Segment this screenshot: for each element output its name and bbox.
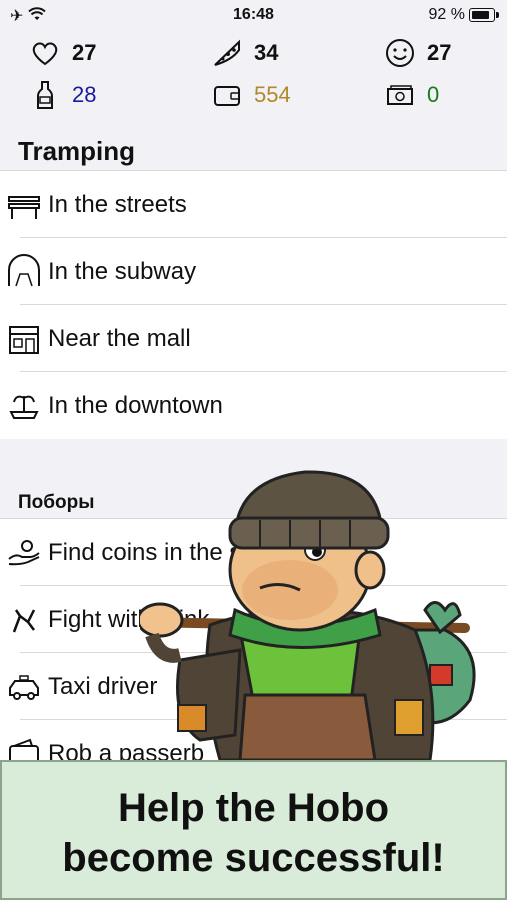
money-icon — [387, 85, 413, 105]
tramping-list: In the streets In the subway Near the ma… — [0, 170, 507, 439]
stat-alcohol-value: 28 — [72, 82, 97, 107]
tramping-item-label: In the streets — [48, 190, 187, 218]
tramping-item-label: In the downtown — [48, 391, 223, 419]
stat-cash-value: 0 — [427, 82, 440, 107]
tramping-item-label: In the subway — [48, 257, 197, 285]
stat-food: 34 — [212, 38, 278, 68]
battery-icon — [469, 8, 499, 22]
tramping-item-mall[interactable]: Near the mall — [0, 305, 507, 372]
heart-icon — [32, 42, 58, 66]
pobory-title: Поборы — [18, 492, 95, 513]
battery-percent: 92 % — [428, 6, 465, 23]
smile-icon — [386, 39, 414, 67]
stat-food-value: 34 — [254, 40, 279, 65]
fight-icon — [12, 608, 36, 632]
hobo-illustration — [140, 470, 476, 760]
bench-icon — [8, 195, 40, 219]
status-bar: ✈ 16:48 92 % — [0, 0, 507, 30]
stat-wallet: 554 — [212, 80, 291, 110]
tramping-item-label: Near the mall — [48, 324, 191, 352]
stats-panel: 27 34 27 28 554 0 — [0, 30, 507, 125]
pizza-icon — [214, 39, 240, 66]
stat-mood-value: 27 — [427, 40, 452, 65]
stat-health: 27 — [30, 38, 96, 68]
stat-health-value: 27 — [72, 40, 97, 65]
taxi-icon — [9, 674, 39, 700]
tramping-item-streets[interactable]: In the streets — [0, 171, 507, 238]
fountain-icon — [9, 395, 39, 419]
banner-line-2: become successful! — [62, 836, 445, 880]
stat-cash: 0 — [385, 80, 439, 110]
tramping-item-subway[interactable]: In the subway — [0, 238, 507, 305]
tramping-title: Tramping — [18, 136, 136, 166]
promo-banner: Help the Hobo become successful! — [0, 760, 507, 900]
wallet-icon — [214, 86, 240, 106]
subway-icon — [8, 253, 40, 286]
bottle-icon — [37, 81, 53, 109]
tramping-item-downtown[interactable]: In the downtown — [0, 372, 507, 439]
banner-line-1: Help the Hobo — [117, 786, 390, 830]
stat-wallet-value: 554 — [254, 82, 291, 107]
hand-coin-icon — [8, 539, 40, 565]
stat-alcohol: 28 — [30, 80, 96, 110]
mall-icon — [9, 325, 39, 354]
stat-mood: 27 — [385, 38, 451, 68]
